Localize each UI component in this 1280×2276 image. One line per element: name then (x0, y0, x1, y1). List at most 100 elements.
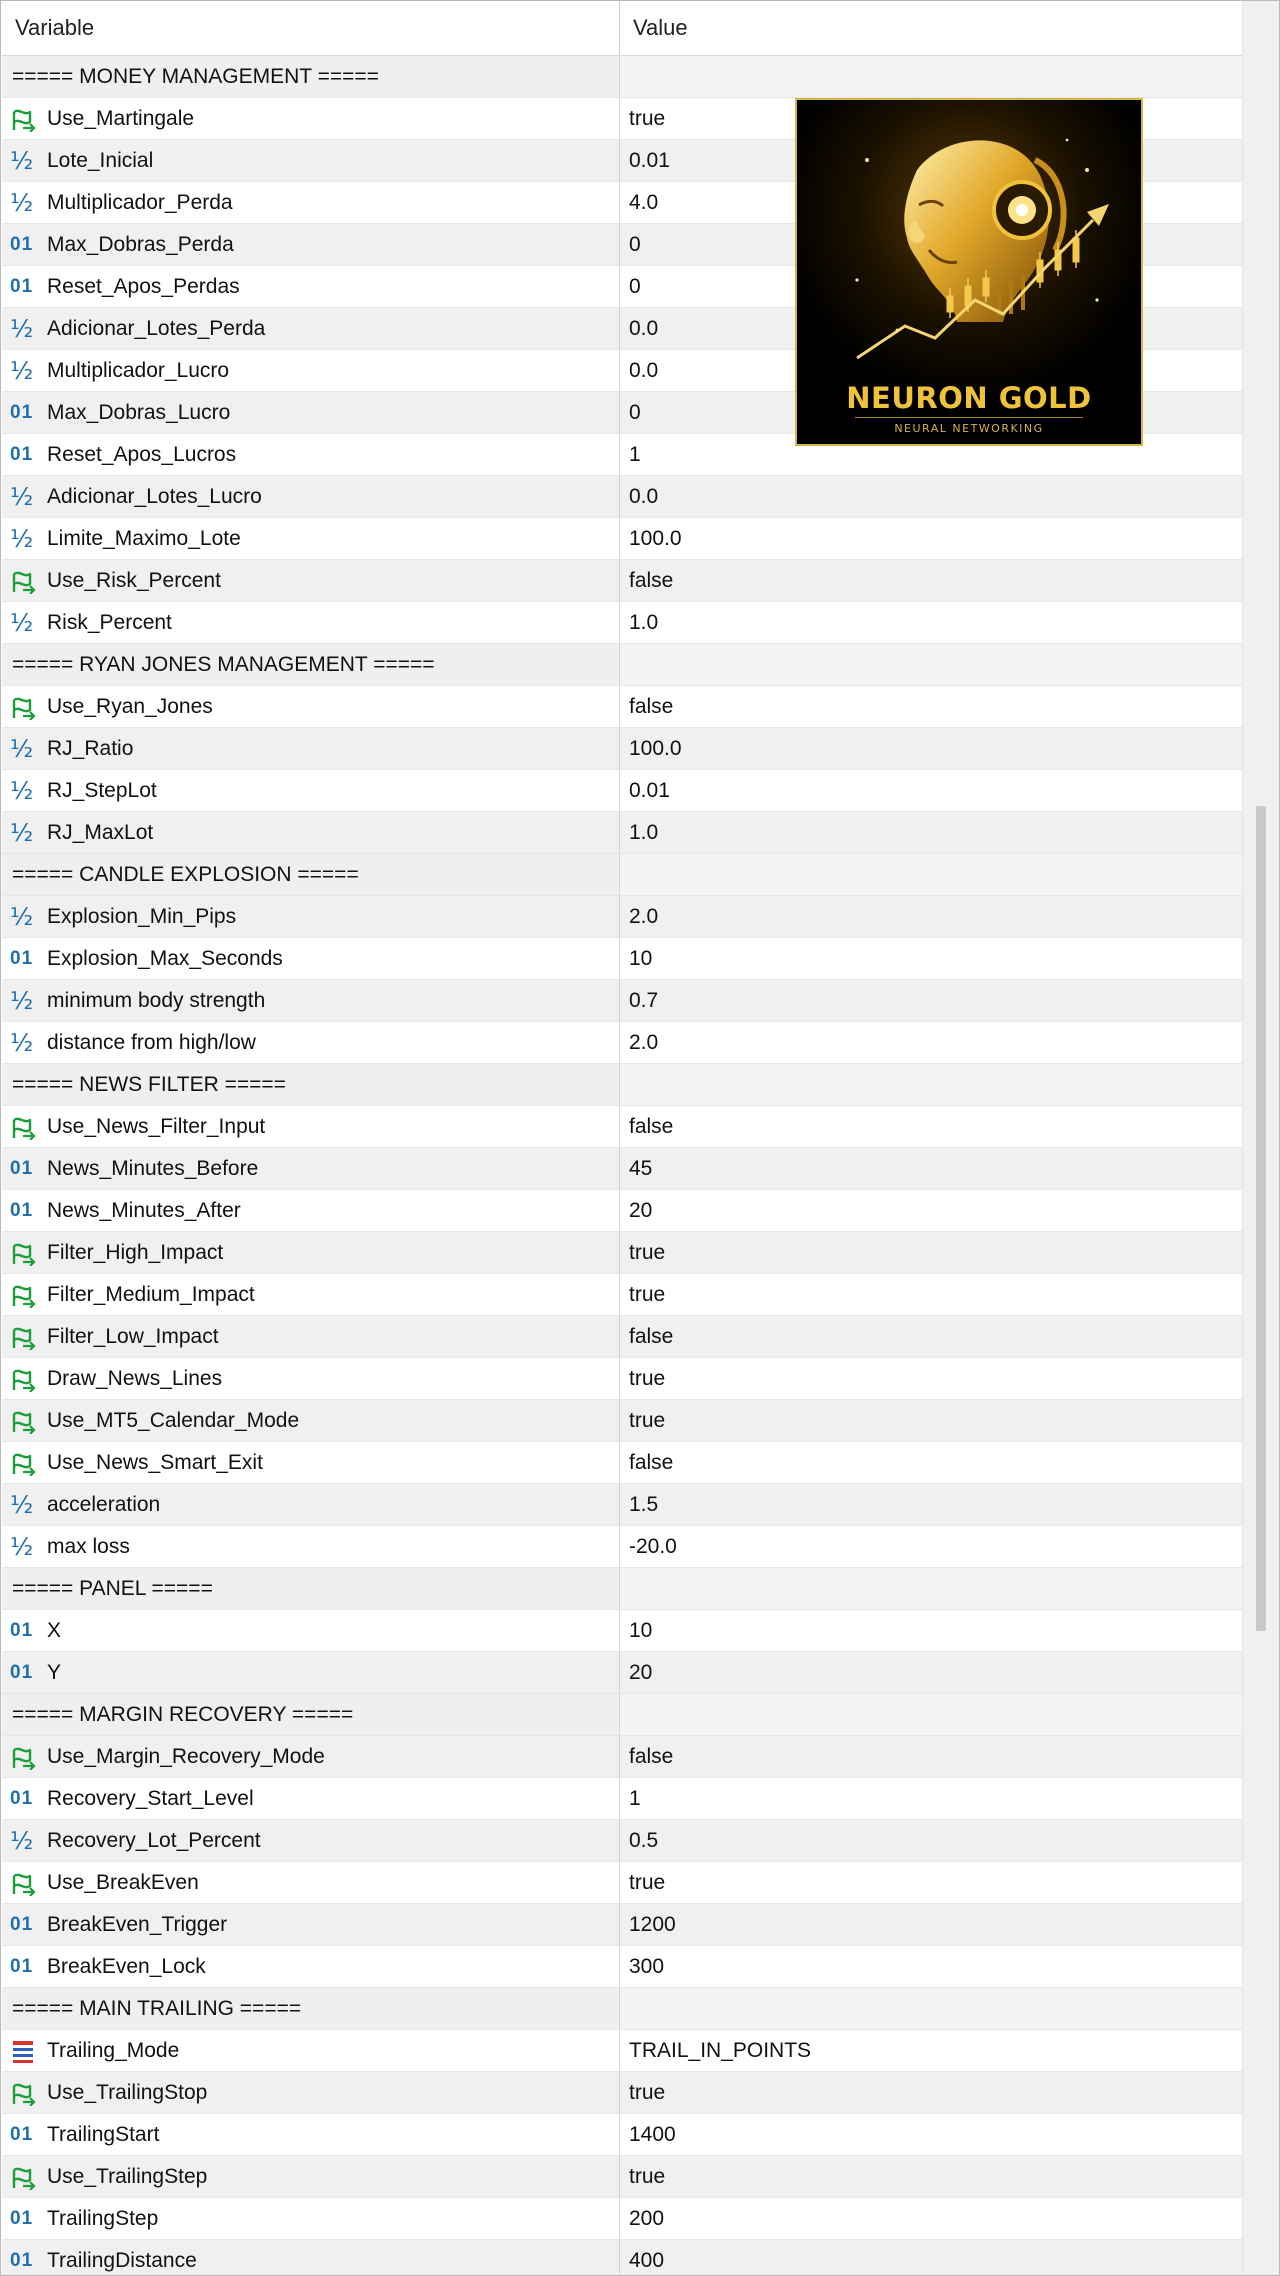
variable-value[interactable]: 1.0 (629, 812, 658, 853)
value-cell[interactable]: true (620, 1862, 1242, 1903)
section-value-cell[interactable] (620, 56, 1242, 97)
table-row[interactable]: Use_News_Filter_Input false (2, 1106, 1242, 1148)
variable-value[interactable]: true (629, 98, 665, 139)
value-cell[interactable]: 10 (620, 938, 1242, 979)
variable-cell[interactable]: Filter_Low_Impact (2, 1316, 620, 1357)
table-row[interactable]: ½ Explosion_Min_Pips 2.0 (2, 896, 1242, 938)
variable-cell[interactable]: ½ Adicionar_Lotes_Lucro (2, 476, 620, 517)
variable-value[interactable]: 1.5 (629, 1484, 658, 1525)
section-header-row[interactable]: ===== MONEY MANAGEMENT ===== (2, 56, 1242, 98)
variable-value[interactable]: true (629, 2156, 665, 2197)
variable-cell[interactable]: Filter_High_Impact (2, 1232, 620, 1273)
variable-value[interactable]: 0.0 (629, 350, 658, 391)
value-cell[interactable]: 0.5 (620, 1820, 1242, 1861)
variable-cell[interactable]: ===== MAIN TRAILING ===== (2, 1988, 620, 2029)
table-row[interactable]: Filter_Low_Impact false (2, 1316, 1242, 1358)
variable-cell[interactable]: ½ RJ_Ratio (2, 728, 620, 769)
value-cell[interactable]: 100.0 (620, 518, 1242, 559)
variable-cell[interactable]: 01 BreakEven_Trigger (2, 1904, 620, 1945)
variable-value[interactable]: false (629, 560, 673, 601)
variable-value[interactable]: true (629, 1232, 665, 1273)
variable-value[interactable]: 300 (629, 1946, 664, 1987)
variable-value[interactable]: 1.0 (629, 602, 658, 643)
variable-cell[interactable]: Trailing_Mode (2, 2030, 620, 2071)
value-cell[interactable]: 1400 (620, 2114, 1242, 2155)
variable-cell[interactable]: 01 TrailingStep (2, 2198, 620, 2239)
variable-cell[interactable]: ½ RJ_MaxLot (2, 812, 620, 853)
variable-value[interactable]: false (629, 686, 673, 727)
table-row[interactable]: Draw_News_Lines true (2, 1358, 1242, 1400)
variable-cell[interactable]: 01 News_Minutes_After (2, 1190, 620, 1231)
variable-value[interactable]: 0.5 (629, 1820, 658, 1861)
value-cell[interactable]: 1.0 (620, 602, 1242, 643)
variable-cell[interactable]: 01 Reset_Apos_Perdas (2, 266, 620, 307)
variable-cell[interactable]: ===== PANEL ===== (2, 1568, 620, 1609)
variable-cell[interactable]: 01 News_Minutes_Before (2, 1148, 620, 1189)
variable-cell[interactable]: ½ Explosion_Min_Pips (2, 896, 620, 937)
table-row[interactable]: Use_MT5_Calendar_Mode true (2, 1400, 1242, 1442)
section-value-cell[interactable] (620, 1694, 1242, 1735)
variable-value[interactable]: false (629, 1106, 673, 1147)
table-row[interactable]: ½ RJ_MaxLot 1.0 (2, 812, 1242, 854)
variable-cell[interactable]: Use_Ryan_Jones (2, 686, 620, 727)
variable-value[interactable]: 0.0 (629, 308, 658, 349)
variable-cell[interactable]: ===== NEWS FILTER ===== (2, 1064, 620, 1105)
section-header-row[interactable]: ===== NEWS FILTER ===== (2, 1064, 1242, 1106)
variable-value[interactable]: 0.7 (629, 980, 658, 1021)
section-header-row[interactable]: ===== PANEL ===== (2, 1568, 1242, 1610)
variable-value[interactable]: false (629, 1442, 673, 1483)
variable-cell[interactable]: ===== CANDLE EXPLOSION ===== (2, 854, 620, 895)
section-value-cell[interactable] (620, 1988, 1242, 2029)
table-row[interactable]: Use_Risk_Percent false (2, 560, 1242, 602)
variable-value[interactable]: true (629, 1400, 665, 1441)
table-row[interactable]: 01 BreakEven_Trigger 1200 (2, 1904, 1242, 1946)
value-cell[interactable]: 1 (620, 1778, 1242, 1819)
table-row[interactable]: 01 Explosion_Max_Seconds 10 (2, 938, 1242, 980)
variable-cell[interactable]: ½ Risk_Percent (2, 602, 620, 643)
variable-cell[interactable]: ===== MARGIN RECOVERY ===== (2, 1694, 620, 1735)
table-row[interactable]: Use_BreakEven true (2, 1862, 1242, 1904)
variable-cell[interactable]: 01 Y (2, 1652, 620, 1693)
variable-cell[interactable]: ½ minimum body strength (2, 980, 620, 1021)
section-value-cell[interactable] (620, 644, 1242, 685)
variable-cell[interactable]: ½ max loss (2, 1526, 620, 1567)
variable-value[interactable]: 1 (629, 1778, 641, 1819)
variable-value[interactable]: TRAIL_IN_POINTS (629, 2030, 811, 2071)
table-row[interactable]: 01 TrailingDistance 400 (2, 2240, 1242, 2275)
variable-value[interactable]: false (629, 1736, 673, 1777)
table-row[interactable]: Use_Margin_Recovery_Mode false (2, 1736, 1242, 1778)
column-header-variable[interactable]: Variable (2, 1, 620, 55)
variable-value[interactable]: 10 (629, 938, 652, 979)
table-row[interactable]: ½ Recovery_Lot_Percent 0.5 (2, 1820, 1242, 1862)
variable-value[interactable]: 400 (629, 2240, 664, 2275)
table-row[interactable]: ½ distance from high/low 2.0 (2, 1022, 1242, 1064)
table-row[interactable]: Filter_High_Impact true (2, 1232, 1242, 1274)
table-row[interactable]: 01 News_Minutes_Before 45 (2, 1148, 1242, 1190)
variable-value[interactable]: 45 (629, 1148, 652, 1189)
section-value-cell[interactable] (620, 854, 1242, 895)
variable-cell[interactable]: ½ Multiplicador_Perda (2, 182, 620, 223)
variable-cell[interactable]: 01 Recovery_Start_Level (2, 1778, 620, 1819)
value-cell[interactable]: 0.01 (620, 770, 1242, 811)
variable-value[interactable]: 2.0 (629, 896, 658, 937)
table-row[interactable]: 01 News_Minutes_After 20 (2, 1190, 1242, 1232)
value-cell[interactable]: false (620, 560, 1242, 601)
value-cell[interactable]: 2.0 (620, 1022, 1242, 1063)
variable-cell[interactable]: Use_News_Smart_Exit (2, 1442, 620, 1483)
variable-cell[interactable]: ½ Adicionar_Lotes_Perda (2, 308, 620, 349)
table-row[interactable]: ½ Adicionar_Lotes_Lucro 0.0 (2, 476, 1242, 518)
table-row[interactable]: Use_Ryan_Jones false (2, 686, 1242, 728)
variable-cell[interactable]: ===== MONEY MANAGEMENT ===== (2, 56, 620, 97)
table-row[interactable]: 01 TrailingStep 200 (2, 2198, 1242, 2240)
table-row[interactable]: Use_TrailingStep true (2, 2156, 1242, 2198)
vertical-scrollbar[interactable] (1242, 1, 1279, 2275)
variable-cell[interactable]: 01 BreakEven_Lock (2, 1946, 620, 1987)
table-row[interactable]: Use_News_Smart_Exit false (2, 1442, 1242, 1484)
variable-value[interactable]: 0 (629, 224, 641, 265)
value-cell[interactable]: false (620, 686, 1242, 727)
variable-value[interactable]: true (629, 1358, 665, 1399)
value-cell[interactable]: false (620, 1736, 1242, 1777)
value-cell[interactable]: true (620, 1358, 1242, 1399)
value-cell[interactable]: 300 (620, 1946, 1242, 1987)
variable-cell[interactable]: 01 X (2, 1610, 620, 1651)
